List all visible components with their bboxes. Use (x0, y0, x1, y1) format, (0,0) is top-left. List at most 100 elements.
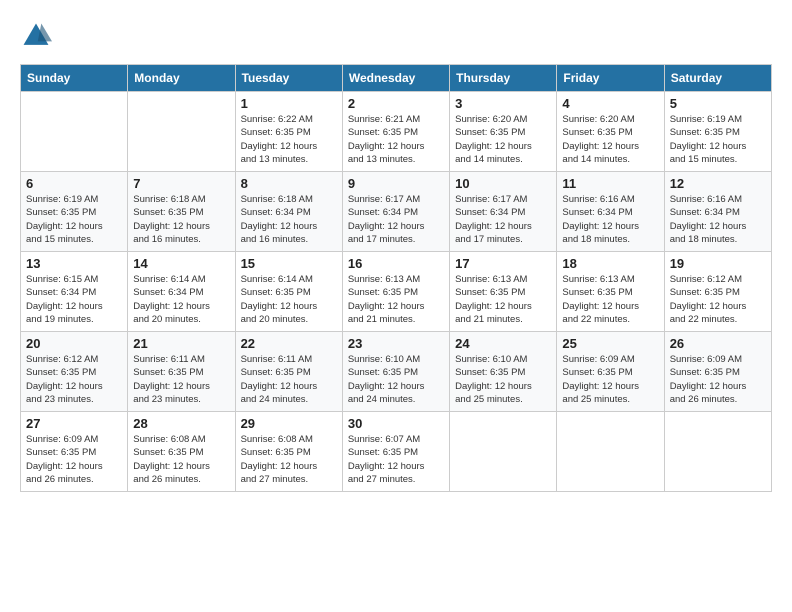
weekday-header: Saturday (664, 65, 771, 92)
day-info: Sunrise: 6:10 AMSunset: 6:35 PMDaylight:… (455, 353, 551, 406)
calendar-cell: 16 Sunrise: 6:13 AMSunset: 6:35 PMDayligh… (342, 252, 449, 332)
calendar-cell: 6Sunrise: 6:19 AMSunset: 6:35 PMDaylight… (21, 172, 128, 252)
calendar-cell: 27 Sunrise: 6:09 AMSunset: 6:35 PMDayligh… (21, 412, 128, 492)
day-number: 29 (241, 416, 337, 431)
calendar-week-row: 1 Sunrise: 6:22 AMSunset: 6:35 PMDaylight… (21, 92, 772, 172)
day-info: Sunrise: 6:13 AMSunset: 6:35 PMDaylight:… (562, 273, 658, 326)
day-info: Sunrise: 6:16 AMSunset: 6:34 PMDaylight:… (562, 193, 658, 246)
calendar-cell: 3 Sunrise: 6:20 AMSunset: 6:35 PMDaylight… (450, 92, 557, 172)
day-number: 27 (26, 416, 122, 431)
calendar-cell: 10Sunrise: 6:17 AMSunset: 6:34 PMDayligh… (450, 172, 557, 252)
calendar-cell: 5 Sunrise: 6:19 AMSunset: 6:35 PMDaylight… (664, 92, 771, 172)
day-number: 17 (455, 256, 551, 271)
day-number: 18 (562, 256, 658, 271)
day-info: Sunrise: 6:17 AMSunset: 6:34 PMDaylight:… (455, 193, 551, 246)
day-number: 1 (241, 96, 337, 111)
logo-icon (20, 20, 52, 52)
calendar-header-row: SundayMondayTuesdayWednesdayThursdayFrid… (21, 65, 772, 92)
day-info: Sunrise: 6:22 AMSunset: 6:35 PMDaylight:… (241, 113, 337, 166)
calendar-cell: 22 Sunrise: 6:11 AMSunset: 6:35 PMDayligh… (235, 332, 342, 412)
calendar-cell: 1 Sunrise: 6:22 AMSunset: 6:35 PMDaylight… (235, 92, 342, 172)
day-number: 28 (133, 416, 229, 431)
calendar-cell: 18 Sunrise: 6:13 AMSunset: 6:35 PMDayligh… (557, 252, 664, 332)
day-info: Sunrise: 6:07 AMSunset: 6:35 PMDaylight:… (348, 433, 444, 486)
day-number: 20 (26, 336, 122, 351)
day-info: Sunrise: 6:16 AMSunset: 6:34 PMDaylight:… (670, 193, 766, 246)
calendar-week-row: 27 Sunrise: 6:09 AMSunset: 6:35 PMDayligh… (21, 412, 772, 492)
calendar-cell: 25Sunrise: 6:09 AMSunset: 6:35 PMDayligh… (557, 332, 664, 412)
calendar-cell: 9 Sunrise: 6:17 AMSunset: 6:34 PMDaylight… (342, 172, 449, 252)
day-number: 30 (348, 416, 444, 431)
day-info: Sunrise: 6:13 AMSunset: 6:35 PMDaylight:… (455, 273, 551, 326)
calendar-cell (21, 92, 128, 172)
calendar-cell: 2 Sunrise: 6:21 AMSunset: 6:35 PMDaylight… (342, 92, 449, 172)
logo (20, 20, 56, 52)
day-info: Sunrise: 6:20 AMSunset: 6:35 PMDaylight:… (455, 113, 551, 166)
weekday-header: Friday (557, 65, 664, 92)
day-info: Sunrise: 6:08 AMSunset: 6:35 PMDaylight:… (241, 433, 337, 486)
weekday-header: Monday (128, 65, 235, 92)
calendar-table: SundayMondayTuesdayWednesdayThursdayFrid… (20, 64, 772, 492)
calendar-cell (128, 92, 235, 172)
day-number: 3 (455, 96, 551, 111)
day-number: 2 (348, 96, 444, 111)
day-info: Sunrise: 6:14 AMSunset: 6:34 PMDaylight:… (133, 273, 229, 326)
day-info: Sunrise: 6:12 AMSunset: 6:35 PMDaylight:… (26, 353, 122, 406)
day-info: Sunrise: 6:18 AMSunset: 6:34 PMDaylight:… (241, 193, 337, 246)
day-number: 13 (26, 256, 122, 271)
calendar-cell: 14Sunrise: 6:14 AMSunset: 6:34 PMDayligh… (128, 252, 235, 332)
day-info: Sunrise: 6:12 AMSunset: 6:35 PMDaylight:… (670, 273, 766, 326)
day-info: Sunrise: 6:11 AMSunset: 6:35 PMDaylight:… (241, 353, 337, 406)
page-header (20, 20, 772, 52)
day-number: 16 (348, 256, 444, 271)
day-number: 6 (26, 176, 122, 191)
weekday-header: Tuesday (235, 65, 342, 92)
calendar-cell: 24 Sunrise: 6:10 AMSunset: 6:35 PMDayligh… (450, 332, 557, 412)
calendar-cell: 28 Sunrise: 6:08 AMSunset: 6:35 PMDayligh… (128, 412, 235, 492)
day-number: 8 (241, 176, 337, 191)
day-number: 21 (133, 336, 229, 351)
day-number: 5 (670, 96, 766, 111)
calendar-cell: 26 Sunrise: 6:09 AMSunset: 6:35 PMDayligh… (664, 332, 771, 412)
day-number: 25 (562, 336, 658, 351)
day-info: Sunrise: 6:20 AMSunset: 6:35 PMDaylight:… (562, 113, 658, 166)
calendar-cell: 11 Sunrise: 6:16 AMSunset: 6:34 PMDayligh… (557, 172, 664, 252)
calendar-cell (664, 412, 771, 492)
calendar-cell: 29 Sunrise: 6:08 AMSunset: 6:35 PMDayligh… (235, 412, 342, 492)
day-number: 7 (133, 176, 229, 191)
day-info: Sunrise: 6:21 AMSunset: 6:35 PMDaylight:… (348, 113, 444, 166)
calendar-cell (557, 412, 664, 492)
day-info: Sunrise: 6:13 AMSunset: 6:35 PMDaylight:… (348, 273, 444, 326)
calendar-cell: 12 Sunrise: 6:16 AMSunset: 6:34 PMDayligh… (664, 172, 771, 252)
day-number: 26 (670, 336, 766, 351)
day-number: 11 (562, 176, 658, 191)
calendar-cell: 20 Sunrise: 6:12 AMSunset: 6:35 PMDayligh… (21, 332, 128, 412)
calendar-cell: 21Sunrise: 6:11 AMSunset: 6:35 PMDayligh… (128, 332, 235, 412)
day-info: Sunrise: 6:09 AMSunset: 6:35 PMDaylight:… (670, 353, 766, 406)
day-number: 15 (241, 256, 337, 271)
calendar-cell: 19 Sunrise: 6:12 AMSunset: 6:35 PMDayligh… (664, 252, 771, 332)
weekday-header: Wednesday (342, 65, 449, 92)
calendar-cell: 8 Sunrise: 6:18 AMSunset: 6:34 PMDaylight… (235, 172, 342, 252)
calendar-cell: 30 Sunrise: 6:07 AMSunset: 6:35 PMDayligh… (342, 412, 449, 492)
weekday-header: Thursday (450, 65, 557, 92)
day-number: 22 (241, 336, 337, 351)
day-info: Sunrise: 6:09 AMSunset: 6:35 PMDaylight:… (26, 433, 122, 486)
calendar-cell: 23 Sunrise: 6:10 AMSunset: 6:35 PMDayligh… (342, 332, 449, 412)
day-info: Sunrise: 6:08 AMSunset: 6:35 PMDaylight:… (133, 433, 229, 486)
day-number: 23 (348, 336, 444, 351)
calendar-week-row: 20 Sunrise: 6:12 AMSunset: 6:35 PMDayligh… (21, 332, 772, 412)
day-number: 4 (562, 96, 658, 111)
calendar-cell (450, 412, 557, 492)
day-number: 24 (455, 336, 551, 351)
day-info: Sunrise: 6:17 AMSunset: 6:34 PMDaylight:… (348, 193, 444, 246)
day-info: Sunrise: 6:10 AMSunset: 6:35 PMDaylight:… (348, 353, 444, 406)
calendar-cell: 7Sunrise: 6:18 AMSunset: 6:35 PMDaylight… (128, 172, 235, 252)
weekday-header: Sunday (21, 65, 128, 92)
day-number: 12 (670, 176, 766, 191)
day-info: Sunrise: 6:19 AMSunset: 6:35 PMDaylight:… (670, 113, 766, 166)
day-number: 19 (670, 256, 766, 271)
day-number: 9 (348, 176, 444, 191)
calendar-week-row: 13Sunrise: 6:15 AMSunset: 6:34 PMDayligh… (21, 252, 772, 332)
calendar-cell: 17 Sunrise: 6:13 AMSunset: 6:35 PMDayligh… (450, 252, 557, 332)
